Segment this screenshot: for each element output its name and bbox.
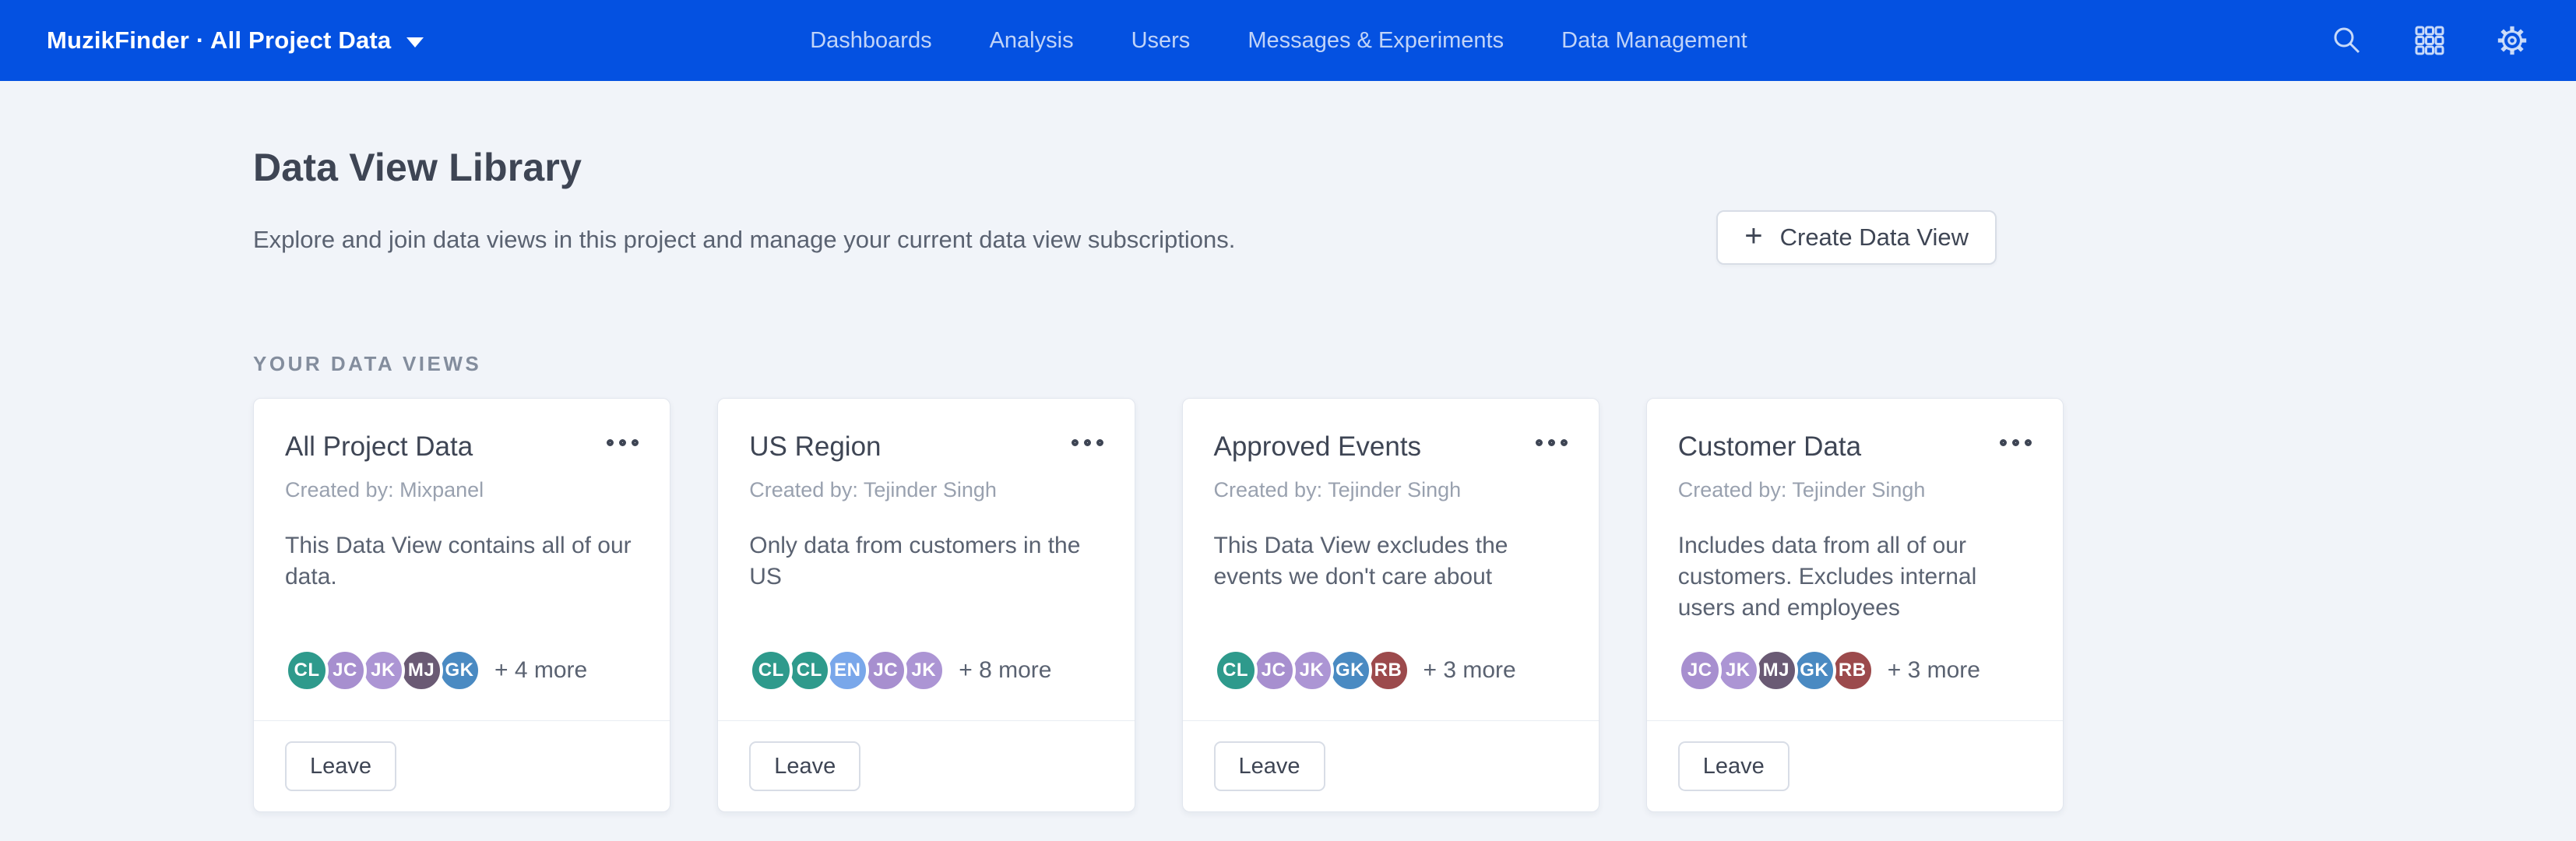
member-avatar: EN bbox=[825, 649, 869, 692]
nav-item-data-management[interactable]: Data Management bbox=[1561, 28, 1747, 54]
member-avatar: GK bbox=[1793, 649, 1836, 692]
page-title: Data View Library bbox=[253, 145, 1716, 190]
card-footer: Leave bbox=[1183, 720, 1599, 811]
member-avatar: CL bbox=[749, 649, 793, 692]
member-avatar: CL bbox=[285, 649, 329, 692]
search-icon[interactable] bbox=[2330, 23, 2364, 58]
avatar-stack: CLJCJKGKRB bbox=[1214, 649, 1405, 692]
member-avatar: CL bbox=[787, 649, 831, 692]
card-more-members-label: + 3 more bbox=[1888, 657, 1980, 684]
page-head: Data View Library Explore and join data … bbox=[253, 145, 2064, 265]
card-members: CLJCJKGKRB + 3 more bbox=[1183, 649, 1599, 720]
dot-icon bbox=[2000, 439, 2007, 446]
member-avatar: JC bbox=[864, 649, 907, 692]
settings-gear-icon[interactable] bbox=[2495, 23, 2529, 58]
dot-icon bbox=[632, 439, 639, 446]
dot-icon bbox=[1548, 439, 1555, 446]
dot-icon bbox=[2025, 439, 2032, 446]
leave-button[interactable]: Leave bbox=[285, 741, 396, 791]
card-members: JCJKMJGKRB + 3 more bbox=[1647, 649, 2063, 720]
chevron-down-icon bbox=[406, 37, 424, 48]
member-avatar: MJ bbox=[1754, 649, 1798, 692]
card-title: US Region bbox=[749, 431, 881, 463]
card-description: Only data from customers in the US bbox=[718, 502, 1134, 649]
card-members: CLJCJKMJGK + 4 more bbox=[254, 649, 670, 720]
member-avatar: RB bbox=[1831, 649, 1874, 692]
project-selector-label: MuzikFinder · All Project Data bbox=[47, 26, 391, 55]
dot-icon bbox=[607, 439, 614, 446]
create-data-view-label: Create Data View bbox=[1780, 223, 1969, 252]
card-overflow-menu-button[interactable] bbox=[1536, 431, 1568, 446]
data-view-card: Approved Events Created by: Tejinder Sin… bbox=[1182, 398, 1599, 812]
member-avatar: JC bbox=[323, 649, 367, 692]
member-avatar: JC bbox=[1252, 649, 1296, 692]
avatar-stack: CLJCJKMJGK bbox=[285, 649, 476, 692]
dot-icon bbox=[2012, 439, 2019, 446]
member-avatar: JK bbox=[361, 649, 405, 692]
card-footer: Leave bbox=[718, 720, 1134, 811]
dot-icon bbox=[1084, 439, 1091, 446]
card-created-by: Created by: Tejinder Singh bbox=[1183, 463, 1599, 502]
member-avatar: JK bbox=[902, 649, 945, 692]
data-view-cards-row: All Project Data Created by: Mixpanel Th… bbox=[253, 398, 2064, 812]
leave-button[interactable]: Leave bbox=[1678, 741, 1789, 791]
member-avatar: RB bbox=[1367, 649, 1410, 692]
card-created-by: Created by: Mixpanel bbox=[254, 463, 670, 502]
member-avatar: GK bbox=[1328, 649, 1372, 692]
member-avatar: JK bbox=[1290, 649, 1334, 692]
card-footer: Leave bbox=[254, 720, 670, 811]
card-more-members-label: + 8 more bbox=[959, 657, 1051, 684]
member-avatar: GK bbox=[438, 649, 481, 692]
card-more-members-label: + 3 more bbox=[1423, 657, 1516, 684]
nav-item-messages-experiments[interactable]: Messages & Experiments bbox=[1248, 28, 1504, 54]
member-avatar: JK bbox=[1716, 649, 1760, 692]
card-overflow-menu-button[interactable] bbox=[2000, 431, 2032, 446]
dot-icon bbox=[1536, 439, 1543, 446]
leave-button[interactable]: Leave bbox=[749, 741, 860, 791]
card-footer: Leave bbox=[1647, 720, 2063, 811]
main-content: Data View Library Explore and join data … bbox=[0, 81, 2064, 812]
data-view-card: Customer Data Created by: Tejinder Singh… bbox=[1646, 398, 2064, 812]
card-overflow-menu-button[interactable] bbox=[607, 431, 639, 446]
card-members: CLCLENJCJK + 8 more bbox=[718, 649, 1134, 720]
top-nav: MuzikFinder · All Project Data Dashboard… bbox=[0, 0, 2576, 81]
card-created-by: Created by: Tejinder Singh bbox=[718, 463, 1134, 502]
data-view-library-page: MuzikFinder · All Project Data Dashboard… bbox=[0, 0, 2576, 841]
card-more-members-label: + 4 more bbox=[494, 657, 587, 684]
member-avatar: MJ bbox=[399, 649, 443, 692]
avatar-stack: CLCLENJCJK bbox=[749, 649, 940, 692]
card-title: Customer Data bbox=[1678, 431, 1861, 463]
plus-icon: + bbox=[1744, 220, 1762, 252]
card-created-by: Created by: Tejinder Singh bbox=[1647, 463, 2063, 502]
leave-button[interactable]: Leave bbox=[1214, 741, 1325, 791]
dot-icon bbox=[619, 439, 626, 446]
card-overflow-menu-button[interactable] bbox=[1072, 431, 1103, 446]
nav-item-dashboards[interactable]: Dashboards bbox=[810, 28, 931, 54]
member-avatar: CL bbox=[1214, 649, 1258, 692]
dot-icon bbox=[1096, 439, 1103, 446]
apps-grid-icon[interactable] bbox=[2412, 23, 2447, 58]
project-selector-dropdown[interactable]: MuzikFinder · All Project Data bbox=[47, 26, 424, 55]
nav-item-users[interactable]: Users bbox=[1131, 28, 1191, 54]
card-title: All Project Data bbox=[285, 431, 473, 463]
card-title: Approved Events bbox=[1214, 431, 1422, 463]
data-view-card: All Project Data Created by: Mixpanel Th… bbox=[253, 398, 670, 812]
dot-icon bbox=[1561, 439, 1568, 446]
card-description: This Data View excludes the events we do… bbox=[1183, 502, 1599, 649]
create-data-view-button[interactable]: + Create Data View bbox=[1716, 210, 1997, 265]
card-description: This Data View contains all of our data. bbox=[254, 502, 670, 649]
data-view-card: US Region Created by: Tejinder Singh Onl… bbox=[717, 398, 1135, 812]
nav-actions bbox=[2330, 23, 2529, 58]
nav-item-analysis[interactable]: Analysis bbox=[990, 28, 1074, 54]
page-subtitle: Explore and join data views in this proj… bbox=[253, 226, 1716, 254]
member-avatar: JC bbox=[1678, 649, 1722, 692]
dot-icon bbox=[1072, 439, 1079, 446]
main-nav: Dashboards Analysis Users Messages & Exp… bbox=[810, 0, 1747, 81]
avatar-stack: JCJKMJGKRB bbox=[1678, 649, 1869, 692]
card-description: Includes data from all of our customers.… bbox=[1647, 502, 2063, 649]
your-data-views-section-label: YOUR DATA VIEWS bbox=[253, 352, 2064, 376]
